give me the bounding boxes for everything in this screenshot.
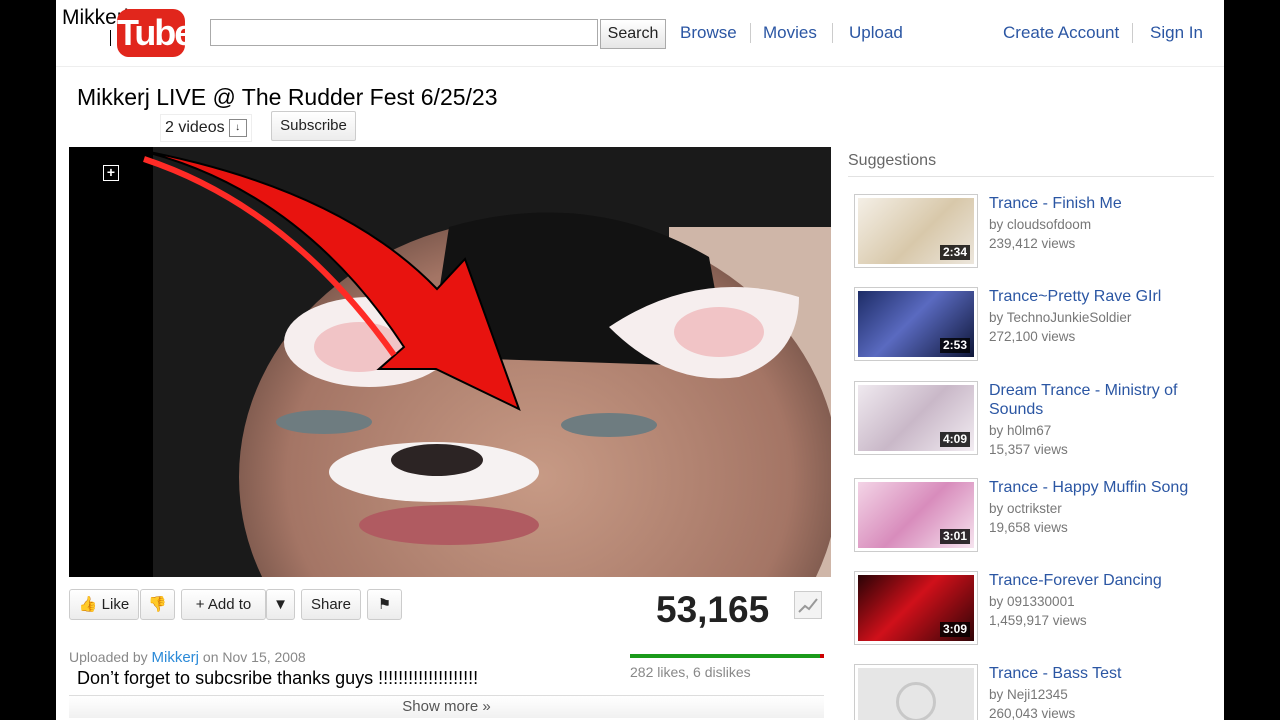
suggestion-item[interactable]: 3:09 Trance-Forever Dancing by 091330001… — [854, 571, 1214, 649]
subscribe-button[interactable]: Subscribe — [271, 111, 356, 141]
nav-divider — [750, 23, 751, 43]
suggestion-author: by h0lm67 — [989, 423, 1052, 438]
search-input[interactable] — [210, 19, 598, 46]
suggestion-author: by Neji12345 — [989, 687, 1068, 702]
suggestion-item[interactable]: 2:53 Trance~Pretty Rave GIrl by TechnoJu… — [854, 287, 1214, 365]
likes-ratio-bar — [630, 654, 824, 658]
suggestion-views: 15,357 views — [989, 442, 1068, 457]
suggestion-author: by TechnoJunkieSoldier — [989, 310, 1132, 325]
like-button[interactable]: 👍 Like — [69, 589, 139, 620]
channel-name-overlay: Mikkerj — [62, 6, 129, 29]
thumbs-down-icon: 👎 — [148, 596, 167, 613]
add-to-label: Add to — [207, 596, 252, 613]
videos-dropdown[interactable]: 2 videos ↓ — [160, 114, 252, 142]
suggestion-author: by cloudsofdoom — [989, 217, 1092, 232]
thumbs-up-icon: 👍 — [78, 596, 98, 613]
suggestion-views: 1,459,917 views — [989, 613, 1087, 628]
text-cursor — [110, 30, 111, 46]
nav-browse[interactable]: Browse — [680, 23, 737, 43]
sign-in-link[interactable]: Sign In — [1150, 23, 1203, 43]
suggestion-item[interactable]: 2:34 Trance - Finish Me by cloudsofdoom … — [854, 194, 1214, 272]
suggestion-title[interactable]: Dream Trance - Ministry of Sounds — [989, 381, 1209, 419]
nav-movies[interactable]: Movies — [763, 23, 817, 43]
thumbnail-image: 2:53 — [858, 291, 974, 357]
suggestion-thumbnail[interactable]: 3:01 — [854, 478, 978, 552]
suggestion-item[interactable]: 3:01 Trance - Happy Muffin Song by octri… — [854, 478, 1214, 556]
upload-info: Uploaded by Mikkerj on Nov 15, 2008 — [69, 649, 306, 666]
nav-upload[interactable]: Upload — [849, 23, 903, 43]
suggestion-views: 260,043 views — [989, 706, 1076, 720]
uploaded-prefix: Uploaded by — [69, 649, 148, 665]
add-to-button[interactable]: + Add to — [181, 589, 266, 620]
duration-badge: 4:09 — [939, 432, 970, 447]
thumbnail-image: 2:34 — [858, 198, 974, 264]
placeholder-video-icon — [896, 682, 936, 720]
plus-icon: + — [195, 596, 205, 613]
view-count: 53,165 — [656, 589, 770, 630]
show-more-label: Show more — [402, 698, 479, 715]
suggestion-thumbnail[interactable] — [854, 664, 978, 720]
duration-badge: 3:09 — [939, 622, 970, 637]
caret-down-icon: ▼ — [273, 596, 288, 613]
suggestion-thumbnail[interactable]: 3:09 — [854, 571, 978, 645]
thumbnail-image: 3:09 — [858, 575, 974, 641]
suggestion-thumbnail[interactable]: 2:34 — [854, 194, 978, 268]
nav-divider — [832, 23, 833, 43]
thumbnail-image — [858, 668, 974, 720]
suggestion-item[interactable]: Trance - Bass Test by Neji12345 260,043 … — [854, 664, 1214, 720]
video-frame — [69, 147, 831, 577]
like-label: Like — [101, 596, 130, 613]
header-divider — [56, 66, 1224, 67]
likes-summary: 282 likes, 6 dislikes — [630, 664, 751, 680]
stats-chart-icon[interactable] — [794, 591, 822, 619]
video-title: Mikkerj LIVE @ The Rudder Fest 6/25/23 — [77, 84, 498, 110]
dislikes-segment — [820, 654, 824, 658]
nav-divider — [1132, 23, 1133, 43]
video-player[interactable]: + — [69, 147, 831, 577]
expand-icon[interactable]: + — [103, 165, 119, 181]
thumbnail-image: 3:01 — [858, 482, 974, 548]
thumbnail-image: 4:09 — [858, 385, 974, 451]
share-button[interactable]: Share — [301, 589, 361, 620]
chevron-down-icon[interactable]: ↓ — [228, 118, 247, 137]
suggestion-thumbnail[interactable]: 2:53 — [854, 287, 978, 361]
suggestion-title[interactable]: Trance - Bass Test — [989, 664, 1209, 683]
search-button[interactable]: Search — [600, 19, 666, 49]
dislike-button[interactable]: 👎 — [140, 589, 175, 620]
suggestion-title[interactable]: Trance-Forever Dancing — [989, 571, 1209, 590]
add-to-dropdown[interactable]: ▼ — [266, 589, 295, 620]
flag-icon: ⚑ — [377, 596, 392, 613]
suggestion-item[interactable]: 4:09 Dream Trance - Ministry of Sounds b… — [854, 381, 1214, 459]
suggestion-author: by 091330001 — [989, 594, 1075, 609]
suggestions-heading: Suggestions — [848, 152, 937, 169]
show-more-button[interactable]: Show more » — [69, 695, 824, 718]
suggestion-thumbnail[interactable]: 4:09 — [854, 381, 978, 455]
suggestion-title[interactable]: Trance - Happy Muffin Song — [989, 478, 1209, 497]
suggestion-title[interactable]: Trance - Finish Me — [989, 194, 1209, 213]
duration-badge: 2:34 — [939, 245, 970, 260]
suggestions-divider — [848, 176, 1214, 177]
suggestion-views: 239,412 views — [989, 236, 1076, 251]
videos-count: 2 videos — [165, 119, 225, 136]
suggestion-title[interactable]: Trance~Pretty Rave GIrl — [989, 287, 1209, 306]
suggestion-views: 19,658 views — [989, 520, 1068, 535]
video-description: Don’t forget to subcsribe thanks guys !!… — [77, 668, 479, 688]
chevron-down-icon: » — [482, 698, 491, 715]
suggestion-author: by octrikster — [989, 501, 1062, 516]
page: Mikkerj Tube Search Browse Movies Upload… — [56, 0, 1224, 720]
youtube-logo[interactable]: Tube — [117, 9, 194, 57]
flag-button[interactable]: ⚑ — [367, 589, 402, 620]
uploader-link[interactable]: Mikkerj — [152, 649, 200, 666]
create-account-link[interactable]: Create Account — [1003, 23, 1119, 43]
duration-badge: 3:01 — [939, 529, 970, 544]
suggestion-views: 272,100 views — [989, 329, 1076, 344]
duration-badge: 2:53 — [939, 338, 970, 353]
upload-date: on Nov 15, 2008 — [202, 649, 306, 665]
